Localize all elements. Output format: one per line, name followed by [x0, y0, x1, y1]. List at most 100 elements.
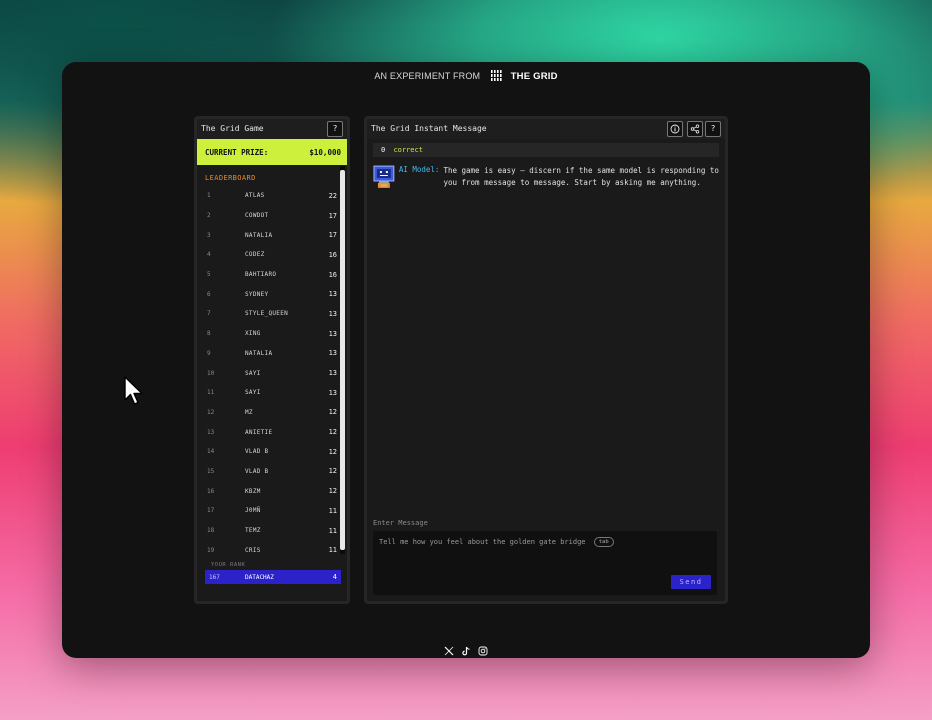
- leaderboard-rank: 3: [207, 231, 211, 239]
- leaderboard-name: VLAD B: [245, 448, 269, 456]
- chat-panel: The Grid Instant Message ? 0 correct AI …: [364, 116, 728, 604]
- leaderboard-name: VLAD B: [245, 467, 269, 475]
- leaderboard-row: 1 ATLAS 22: [197, 186, 347, 206]
- chat-message: AI Model: The game is easy – discern if …: [367, 157, 725, 189]
- leaderboard-rank: 12: [207, 408, 215, 416]
- correct-label: correct: [393, 146, 423, 154]
- leaderboard-name: MZ: [245, 408, 253, 416]
- share-button[interactable]: [687, 121, 703, 137]
- leaderboard-rank: 7: [207, 310, 211, 318]
- experiment-text: AN EXPERIMENT FROM: [374, 71, 481, 81]
- leaderboard-rank: 13: [207, 428, 215, 436]
- your-rank-number: 167: [209, 573, 220, 581]
- leaderboard-rank: 18: [207, 527, 215, 535]
- leaderboard-row: 14 VLAD B 12: [197, 442, 347, 462]
- leaderboard-name: ANIETIE: [245, 428, 273, 436]
- leaderboard-name: CRIS: [245, 546, 261, 554]
- leaderboard-name: BAHTIARO: [245, 271, 277, 279]
- leaderboard-rank: 16: [207, 487, 215, 495]
- leaderboard-row: 3 NATALIA 17: [197, 225, 347, 245]
- tiktok-icon[interactable]: [461, 646, 471, 656]
- leaderboard-row: 15 VLAD B 12: [197, 462, 347, 482]
- leaderboard-row: 2 COWDOT 17: [197, 206, 347, 226]
- leaderboard-panel: The Grid Game ? CURRENT PRIZE: $10,000 L…: [194, 116, 350, 604]
- leaderboard-name: NATALIA: [245, 349, 273, 357]
- leaderboard-rank: 17: [207, 507, 215, 515]
- message-input-placeholder: Tell me how you feel about the golden ga…: [379, 537, 614, 547]
- message-sender: AI Model:: [398, 165, 440, 174]
- leaderboard-row: 8 XING 13: [197, 324, 347, 344]
- leaderboard-row: 19 CRIS 11: [197, 540, 347, 560]
- leaderboard-rank: 6: [207, 290, 211, 298]
- leaderboard-name: SAYI: [245, 369, 261, 377]
- correct-counter: 0 correct: [373, 143, 719, 157]
- experiment-banner: AN EXPERIMENT FROM THE GRID: [62, 70, 870, 82]
- leaderboard-rank: 2: [207, 212, 211, 220]
- leaderboard-name: KBZM: [245, 487, 261, 495]
- leaderboard-row: 10 SAYI 13: [197, 363, 347, 383]
- leaderboard-rank: 10: [207, 369, 215, 377]
- ai-model-avatar-icon: [373, 165, 395, 188]
- app-window: AN EXPERIMENT FROM THE GRID The Grid Gam…: [62, 62, 870, 658]
- leaderboard-row: 6 SYDNEY 13: [197, 284, 347, 304]
- message-input[interactable]: Tell me how you feel about the golden ga…: [373, 531, 717, 595]
- game-help-button[interactable]: ?: [327, 121, 343, 137]
- chat-panel-header: The Grid Instant Message ?: [367, 119, 725, 139]
- leaderboard-list[interactable]: 1 ATLAS 22 2 COWDOT 17 3 NATALIA 17 4 CODEZ 16 5 BAHT…: [197, 186, 347, 560]
- leaderboard-rank: 1: [207, 192, 211, 200]
- leaderboard-panel-title: The Grid Game: [201, 124, 264, 133]
- prize-value: $10,000: [309, 147, 341, 157]
- placeholder-text: Tell me how you feel about the golden ga…: [379, 538, 586, 546]
- leaderboard-name: SAYI: [245, 389, 261, 397]
- leaderboard-name: CODEZ: [245, 251, 265, 259]
- grid-logo-icon: [490, 70, 502, 81]
- leaderboard-rank: 8: [207, 330, 211, 338]
- leaderboard-scrollbar[interactable]: [340, 166, 345, 554]
- leaderboard-row: 16 KBZM 12: [197, 481, 347, 501]
- leaderboard-name: TEMZ: [245, 527, 261, 535]
- leaderboard-rank: 19: [207, 546, 215, 554]
- send-button[interactable]: Send: [671, 575, 711, 589]
- instagram-icon[interactable]: [478, 646, 488, 656]
- tab-key-hint[interactable]: tab: [593, 537, 614, 547]
- mouse-cursor-icon: [124, 376, 143, 405]
- leaderboard-row: 4 CODEZ 16: [197, 245, 347, 265]
- leaderboard-title: LEADERBOARD: [205, 174, 256, 182]
- info-button[interactable]: [667, 121, 683, 137]
- leaderboard-panel-header: The Grid Game ?: [197, 119, 347, 139]
- leaderboard-rank: 9: [207, 349, 211, 357]
- your-rank-row: 167 DATACHAZ 4: [205, 570, 341, 585]
- social-links: [444, 646, 488, 656]
- leaderboard-row: 9 NATALIA 13: [197, 344, 347, 364]
- prize-label: CURRENT PRIZE:: [205, 147, 269, 157]
- leaderboard-name: SYDNEY: [245, 290, 269, 298]
- brand-name: THE GRID: [510, 71, 558, 82]
- share-icon: [690, 124, 700, 134]
- your-rank-name: DATACHAZ: [245, 573, 274, 581]
- leaderboard-row: 12 MZ 12: [197, 403, 347, 423]
- chat-help-button[interactable]: ?: [705, 121, 721, 137]
- message-text: The game is easy – discern if the same m…: [443, 166, 719, 187]
- info-icon: [670, 124, 680, 134]
- leaderboard-row: 18 TEMZ 11: [197, 521, 347, 541]
- x-icon[interactable]: [444, 646, 454, 656]
- leaderboard-row: 7 STYLE_QUEEN 13: [197, 304, 347, 324]
- leaderboard-row: 5 BAHTIARO 16: [197, 265, 347, 285]
- leaderboard-name: J0MÑ: [245, 507, 261, 515]
- leaderboard-row: 17 J0MÑ 11: [197, 501, 347, 521]
- leaderboard-name: NATALIA: [245, 231, 273, 239]
- leaderboard-name: COWDOT: [245, 212, 269, 220]
- leaderboard-name: ATLAS: [245, 192, 265, 200]
- leaderboard-row: 13 ANIETIE 12: [197, 422, 347, 442]
- leaderboard-rank: 11: [207, 389, 215, 397]
- leaderboard-rank: 5: [207, 271, 211, 279]
- scrollbar-thumb[interactable]: [340, 170, 345, 550]
- your-rank-score: 4: [332, 573, 337, 582]
- chat-panel-title: The Grid Instant Message: [371, 124, 487, 133]
- leaderboard-rank: 4: [207, 251, 211, 259]
- correct-count: 0: [381, 146, 386, 154]
- leaderboard-rank: 15: [207, 467, 215, 475]
- your-rank-label: YOUR RANK: [211, 562, 246, 569]
- enter-message-label: Enter Message: [373, 519, 428, 527]
- leaderboard-name: STYLE_QUEEN: [245, 310, 289, 318]
